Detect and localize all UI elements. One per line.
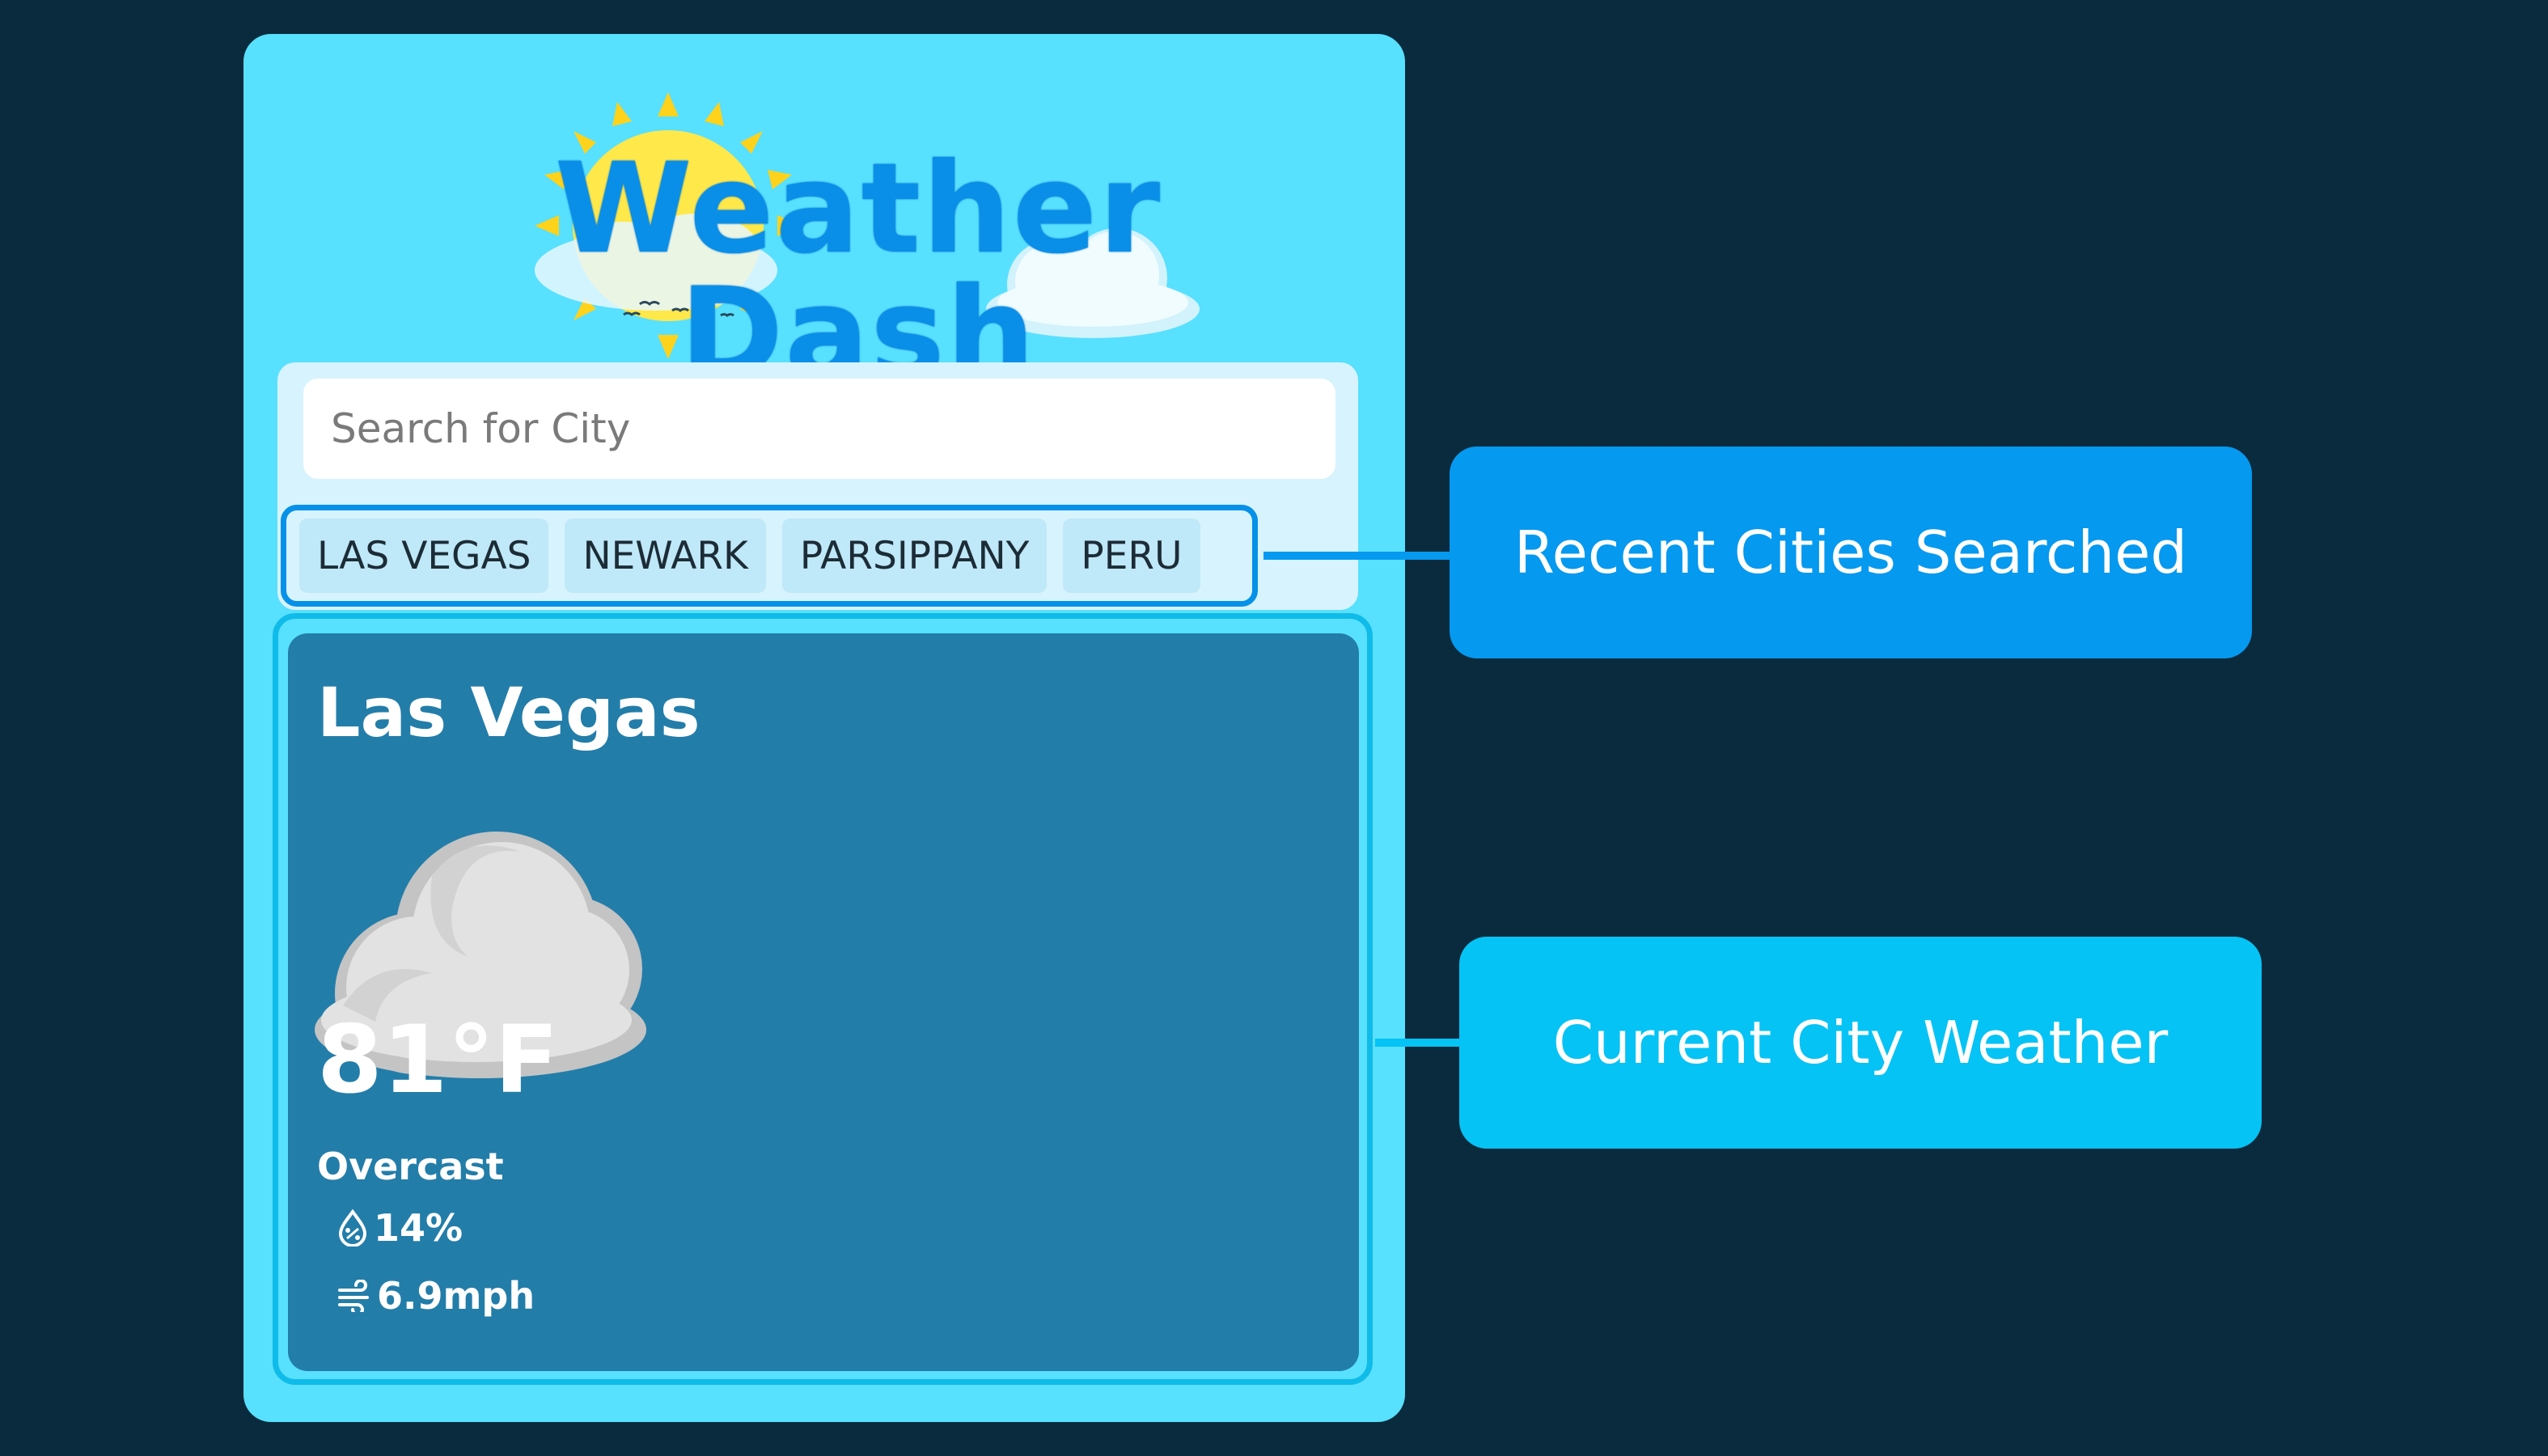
app-header: Weather Dash xyxy=(243,34,1405,396)
app-title: Weather Dash xyxy=(554,137,1162,406)
current-weather-outline: Las Vegas 81°F Overcast 14% 6.9mph xyxy=(273,613,1373,1385)
recent-callout-connector xyxy=(1263,552,1451,560)
recent-cities-callout-label: Recent Cities Searched xyxy=(1513,518,2188,586)
humidity-icon xyxy=(338,1209,367,1246)
recent-city-newark[interactable]: NEWARK xyxy=(565,518,766,593)
humidity-stat: 14% xyxy=(336,1209,463,1246)
current-callout-connector xyxy=(1375,1039,1461,1047)
wind-icon xyxy=(338,1280,369,1312)
weather-dash-app: Weather Dash LAS VEGAS NEWARK PARSIPPANY… xyxy=(243,34,1405,1422)
recent-cities-callout: Recent Cities Searched xyxy=(1450,447,2252,658)
current-weather-callout-label: Current City Weather xyxy=(1552,1009,2169,1077)
recent-city-peru[interactable]: PERU xyxy=(1063,518,1200,593)
current-temperature: 81°F xyxy=(317,1005,559,1115)
recent-city-las-vegas[interactable]: LAS VEGAS xyxy=(299,518,549,593)
wind-stat: 6.9mph xyxy=(336,1277,535,1314)
recent-cities-list: LAS VEGAS NEWARK PARSIPPANY PERU xyxy=(281,505,1258,607)
search-input[interactable] xyxy=(303,379,1335,479)
recent-city-parsippany[interactable]: PARSIPPANY xyxy=(781,518,1048,593)
current-condition: Overcast xyxy=(317,1145,504,1188)
current-city-name: Las Vegas xyxy=(317,673,700,752)
wind-value: 6.9mph xyxy=(377,1274,535,1318)
current-weather-callout: Current City Weather xyxy=(1459,937,2262,1149)
search-panel: LAS VEGAS NEWARK PARSIPPANY PERU xyxy=(277,362,1358,610)
humidity-value: 14% xyxy=(374,1206,463,1250)
current-weather-card: Las Vegas 81°F Overcast 14% 6.9mph xyxy=(288,633,1359,1371)
